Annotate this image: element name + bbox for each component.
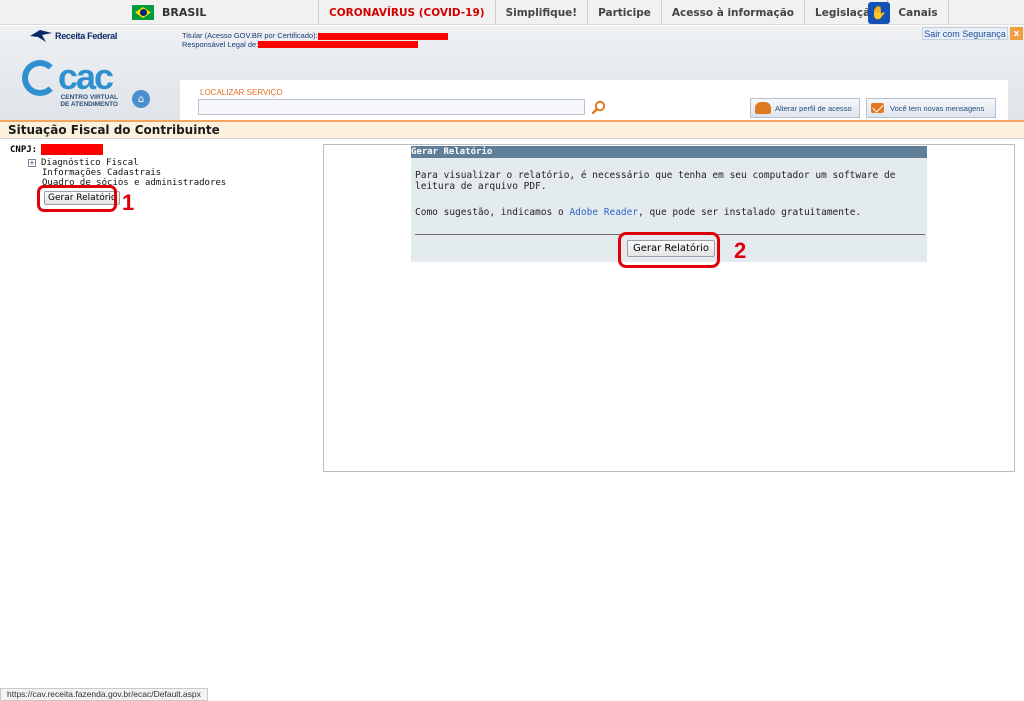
responsavel-label: Responsável Legal de: bbox=[182, 39, 259, 49]
ecac-subtitle: CENTRO VIRTUAL DE ATENDIMENTO bbox=[60, 94, 118, 108]
ecac-logo[interactable]: cac CENTRO VIRTUAL DE ATENDIMENTO bbox=[22, 56, 122, 110]
search-icon[interactable] bbox=[592, 100, 606, 114]
annotation-highlight-2 bbox=[618, 232, 720, 268]
tree-item-informacoes-cadastrais[interactable]: Informações Cadastrais bbox=[28, 168, 226, 178]
report-suggestion-after: , que pode ser instalado gratuitamente. bbox=[638, 207, 862, 218]
annotation-number-2: 2 bbox=[734, 238, 747, 263]
cnpj-label: CNPJ: bbox=[10, 145, 38, 155]
status-bar-url: https://cav.receita.fazenda.gov.br/ecac/… bbox=[0, 688, 208, 701]
gov-links: CORONAVÍRUS (COVID-19) Simplifique! Part… bbox=[318, 0, 949, 25]
report-suggestion-before: Como sugestão, indicamos o bbox=[415, 207, 570, 218]
close-icon[interactable]: x bbox=[1010, 27, 1023, 40]
redacted-responsavel bbox=[258, 41, 419, 49]
alterar-perfil-label: Alterar perfil de acesso bbox=[775, 103, 852, 113]
ecac-brand: cac bbox=[58, 56, 114, 97]
page-title: Situação Fiscal do Contribuinte bbox=[0, 122, 1024, 139]
gov-link-acesso-informacao[interactable]: Acesso à informação bbox=[660, 0, 804, 25]
gov-link-participe[interactable]: Participe bbox=[587, 0, 661, 25]
user-info: Titular (Acesso GOV.BR por Certificado):… bbox=[182, 31, 448, 49]
people-icon bbox=[755, 102, 771, 114]
expand-plus-icon[interactable]: + bbox=[28, 159, 36, 167]
gov-top-bar: BRASIL CORONAVÍRUS (COVID-19) Simplifiqu… bbox=[0, 0, 1024, 25]
gov-link-canais[interactable]: Canais bbox=[887, 0, 949, 25]
search-label: LOCALIZAR SERVIÇO bbox=[200, 88, 283, 97]
receita-federal-logo: Receita Federal bbox=[30, 30, 117, 42]
annotation-number-1: 1 bbox=[122, 190, 135, 215]
tree-item-diagnostico-fiscal[interactable]: + Diagnóstico Fiscal bbox=[28, 158, 226, 168]
alterar-perfil-button[interactable]: Alterar perfil de acesso bbox=[750, 98, 860, 118]
gov-brasil-link[interactable]: BRASIL bbox=[132, 3, 206, 22]
redacted-titular bbox=[317, 32, 448, 40]
gov-link-coronavirus[interactable]: CORONAVÍRUS (COVID-19) bbox=[318, 0, 495, 25]
annotation-highlight-1 bbox=[37, 185, 117, 212]
receita-federal-bird-icon bbox=[30, 30, 52, 42]
redacted-cnpj bbox=[41, 144, 103, 155]
search-input[interactable] bbox=[198, 99, 585, 115]
gerar-relatorio-panel-title: Gerar Relatório bbox=[411, 146, 927, 158]
gov-brasil-label: BRASIL bbox=[162, 6, 207, 19]
accessibility-hands-icon[interactable]: ✋ bbox=[868, 2, 890, 24]
report-instructions: Para visualizar o relatório, é necessári… bbox=[415, 170, 896, 192]
mensagens-label: Você tem novas mensagens bbox=[890, 103, 985, 113]
brazil-flag-icon bbox=[132, 5, 154, 20]
home-icon[interactable]: ⌂ bbox=[132, 90, 150, 108]
ecac-e-mark-icon bbox=[22, 60, 58, 96]
sair-com-seguranca-button[interactable]: Sair com Segurança bbox=[922, 27, 1008, 40]
gov-link-simplifique[interactable]: Simplifique! bbox=[494, 0, 588, 25]
mail-icon bbox=[871, 103, 884, 113]
tree-item-label: Diagnóstico Fiscal bbox=[41, 158, 139, 168]
service-tree: + Diagnóstico Fiscal Informações Cadastr… bbox=[28, 158, 226, 188]
receita-federal-label: Receita Federal bbox=[55, 31, 118, 41]
report-suggestion: Como sugestão, indicamos o Adobe Reader,… bbox=[415, 207, 927, 218]
adobe-reader-link[interactable]: Adobe Reader bbox=[569, 207, 638, 218]
mensagens-button[interactable]: Você tem novas mensagens bbox=[866, 98, 996, 118]
